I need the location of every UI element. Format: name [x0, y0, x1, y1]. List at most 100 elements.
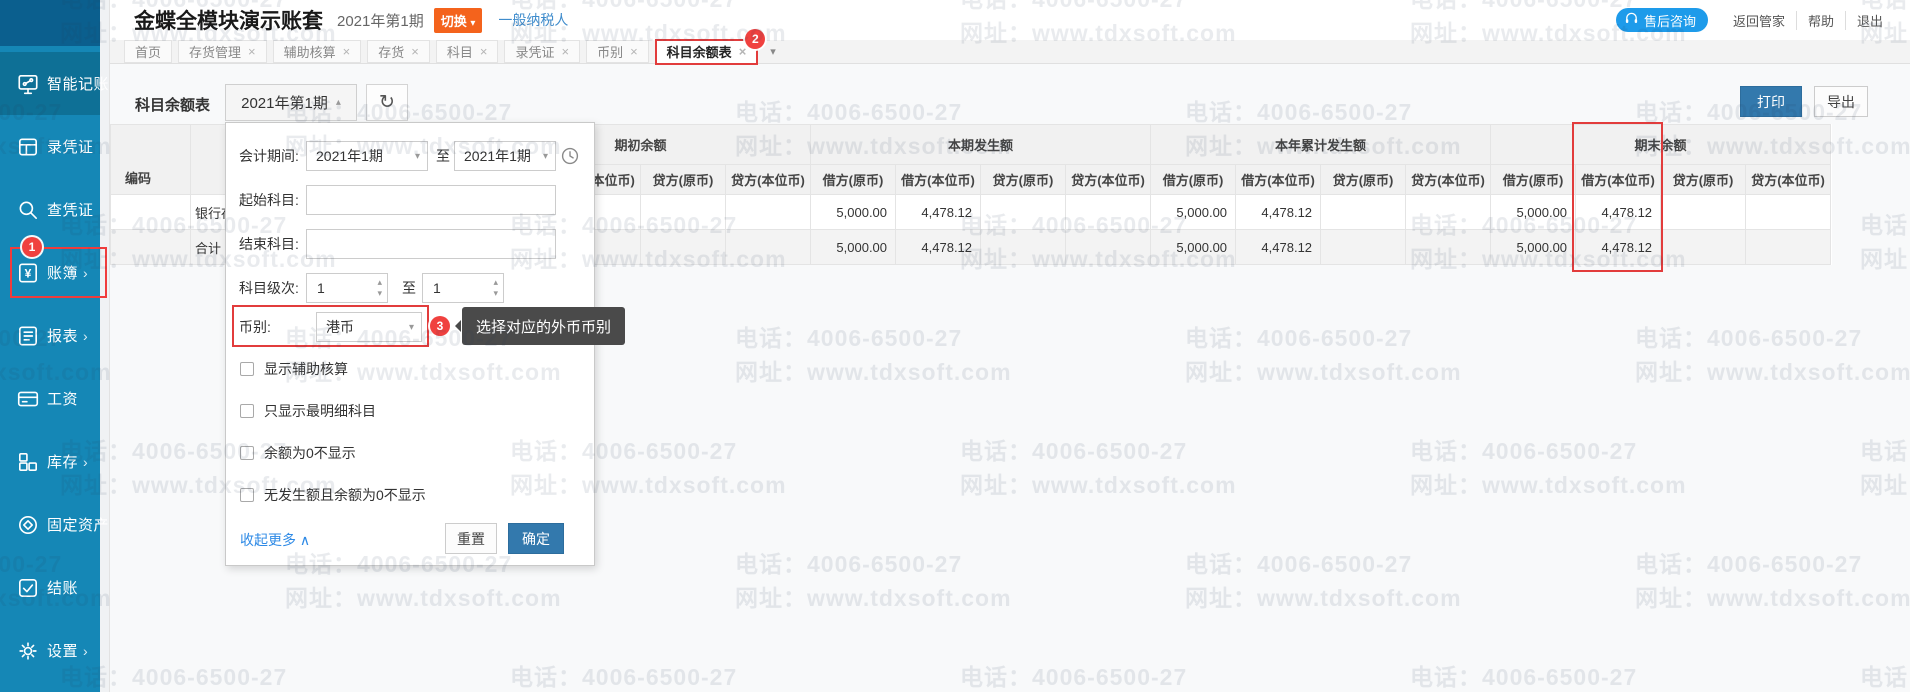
- period-from-select[interactable]: 2021年1期 ▾: [306, 141, 428, 171]
- close-icon[interactable]: ×: [343, 44, 351, 59]
- search-icon: [16, 198, 40, 222]
- to-label: 至: [436, 146, 450, 166]
- sidebar-item-fixed-assets[interactable]: 固定资产: [0, 493, 100, 556]
- clock-icon[interactable]: [558, 141, 582, 171]
- filter-checkbox-0[interactable]: 显示辅助核算: [240, 359, 348, 379]
- tab-overflow-caret-icon[interactable]: ▾: [764, 45, 782, 58]
- gear-icon: [16, 639, 40, 663]
- tab-inventory-mgmt[interactable]: 存货管理×: [178, 40, 267, 63]
- payroll-icon: [16, 387, 40, 411]
- checkbox-label: 显示辅助核算: [264, 359, 348, 379]
- tab-currency[interactable]: 币别×: [586, 40, 649, 63]
- tab-subject[interactable]: 科目 ×: [436, 40, 499, 63]
- filter-checkbox-3[interactable]: 无发生额且余额为0不显示: [240, 485, 426, 505]
- col-header-code: 编码: [111, 125, 191, 195]
- sidebar-item-report[interactable]: 报表 ›: [0, 304, 100, 367]
- tutorial-badge-2: 2: [745, 29, 765, 49]
- after-sales-button[interactable]: 售后咨询: [1616, 8, 1708, 32]
- level-to-stepper[interactable]: 1 ▴▾: [422, 273, 504, 303]
- report-period-dropdown[interactable]: 2021年第1期 ▴: [225, 84, 357, 121]
- level-to-value: 1: [433, 280, 441, 296]
- caret-up-icon: ▴: [336, 97, 341, 108]
- checkbox-icon: [240, 488, 254, 502]
- group-header-3: 期末余额: [1491, 125, 1831, 165]
- sidebar-item-closing[interactable]: 结账: [0, 556, 100, 619]
- account-set-title: 金蝶全模块演示账套: [134, 5, 323, 35]
- reset-button[interactable]: 重置: [445, 523, 497, 554]
- start-subject-input[interactable]: [306, 185, 556, 215]
- check-icon: [16, 576, 40, 600]
- collapse-more-link[interactable]: 收起更多 ∧: [240, 530, 310, 550]
- filter-checkbox-1[interactable]: 只显示最明细科目: [240, 401, 376, 421]
- taxpayer-type-link[interactable]: 一般纳税人: [498, 10, 568, 30]
- print-button[interactable]: 打印: [1740, 86, 1802, 117]
- close-icon[interactable]: ×: [480, 44, 488, 59]
- chevron-right-icon: ›: [83, 328, 88, 344]
- sub-header-1-3: 贷方(本位币): [1066, 165, 1151, 195]
- top-link-1[interactable]: 帮助: [1796, 11, 1845, 30]
- filter-checkbox-2[interactable]: 余额为0不显示: [240, 443, 356, 463]
- checkbox-icon: [240, 362, 254, 376]
- close-icon[interactable]: ×: [739, 44, 747, 59]
- tab-inventory[interactable]: 存货×: [367, 40, 430, 63]
- top-link-2[interactable]: 退出: [1845, 11, 1894, 30]
- collapse-caret-icon: ∧: [300, 532, 310, 548]
- level-from-value: 1: [317, 280, 325, 296]
- cell-value: [1066, 195, 1151, 230]
- cell-value: [1661, 230, 1746, 265]
- checkbox-icon: [240, 446, 254, 460]
- group-header-1: 本期发生额: [811, 125, 1151, 165]
- end-subject-label: 结束科目:: [239, 234, 299, 254]
- stepper-arrows-icon[interactable]: ▴▾: [377, 277, 382, 299]
- stepper-arrows-icon[interactable]: ▴▾: [493, 277, 498, 299]
- sidebar-item-label: 设置: [47, 640, 78, 661]
- end-subject-row: 结束科目:: [226, 229, 594, 259]
- to-label: 至: [402, 278, 416, 298]
- sub-header-3-0: 借方(原币): [1491, 165, 1576, 195]
- sidebar-item-settings[interactable]: 设置›: [0, 619, 100, 682]
- tab-subject-balance[interactable]: 科目余额表×2: [655, 39, 759, 65]
- tab-home[interactable]: 首页: [124, 40, 172, 63]
- sub-header-2-2: 贷方(原币): [1321, 165, 1406, 195]
- refresh-button[interactable]: ↻: [366, 84, 408, 121]
- tab-label: 科目: [447, 42, 473, 61]
- tab-aux-accounting[interactable]: 辅助核算×: [273, 40, 362, 63]
- tab-label: 科目余额表: [667, 42, 732, 61]
- sub-header-1-0: 借方(原币): [811, 165, 896, 195]
- currency-label: 币别:: [239, 317, 271, 337]
- sidebar-item-smart-accounting[interactable]: 智能记账: [0, 52, 100, 115]
- headset-icon: [1624, 11, 1639, 29]
- accounting-period-label: 会计期间:: [239, 146, 299, 166]
- end-subject-input[interactable]: [306, 229, 556, 259]
- sidebar-content-divider: [100, 0, 110, 692]
- chevron-right-icon: ›: [83, 265, 88, 281]
- sidebar-item-ledger[interactable]: ¥账簿›1: [0, 241, 100, 304]
- filter-panel: 会计期间: 2021年1期 ▾ 至 2021年1期 ▾ 起始科目: 结束科目:: [225, 122, 595, 566]
- sub-header-2-0: 借方(原币): [1151, 165, 1236, 195]
- sidebar-item-voucher-search[interactable]: 查凭证: [0, 178, 100, 241]
- level-from-stepper[interactable]: 1 ▴▾: [306, 273, 388, 303]
- export-button[interactable]: 导出: [1814, 86, 1868, 117]
- sidebar-item-voucher-entry[interactable]: 录凭证: [0, 115, 100, 178]
- top-link-0[interactable]: 返回管家: [1722, 11, 1796, 30]
- ledger-icon: ¥: [16, 261, 40, 285]
- sidebar-item-label: 查凭证: [47, 199, 94, 220]
- sidebar-item-inventory[interactable]: 库存›: [0, 430, 100, 493]
- close-icon[interactable]: ×: [411, 44, 419, 59]
- sidebar-brand-block: [0, 0, 100, 46]
- tab-voucher-entry[interactable]: 录凭证×: [504, 40, 580, 63]
- switch-period-button[interactable]: 切换 ▾: [434, 8, 483, 33]
- subject-level-row: 科目级次: 1 ▴▾ 至 1 ▴▾: [226, 273, 594, 303]
- cell-value: 5,000.00: [811, 195, 896, 230]
- close-icon[interactable]: ×: [561, 44, 569, 59]
- sidebar-item-label: 报表: [47, 325, 78, 346]
- close-icon[interactable]: ×: [248, 44, 256, 59]
- after-sales-label: 售后咨询: [1644, 11, 1696, 30]
- currency-select[interactable]: 港币 ▾: [316, 312, 422, 342]
- close-icon[interactable]: ×: [630, 44, 638, 59]
- sidebar-item-payroll[interactable]: 工资: [0, 367, 100, 430]
- period-to-select[interactable]: 2021年1期 ▾: [454, 141, 556, 171]
- tutorial-badge-3: 3: [430, 316, 450, 336]
- confirm-button[interactable]: 确定: [508, 523, 564, 554]
- sub-header-3-2: 贷方(原币): [1661, 165, 1746, 195]
